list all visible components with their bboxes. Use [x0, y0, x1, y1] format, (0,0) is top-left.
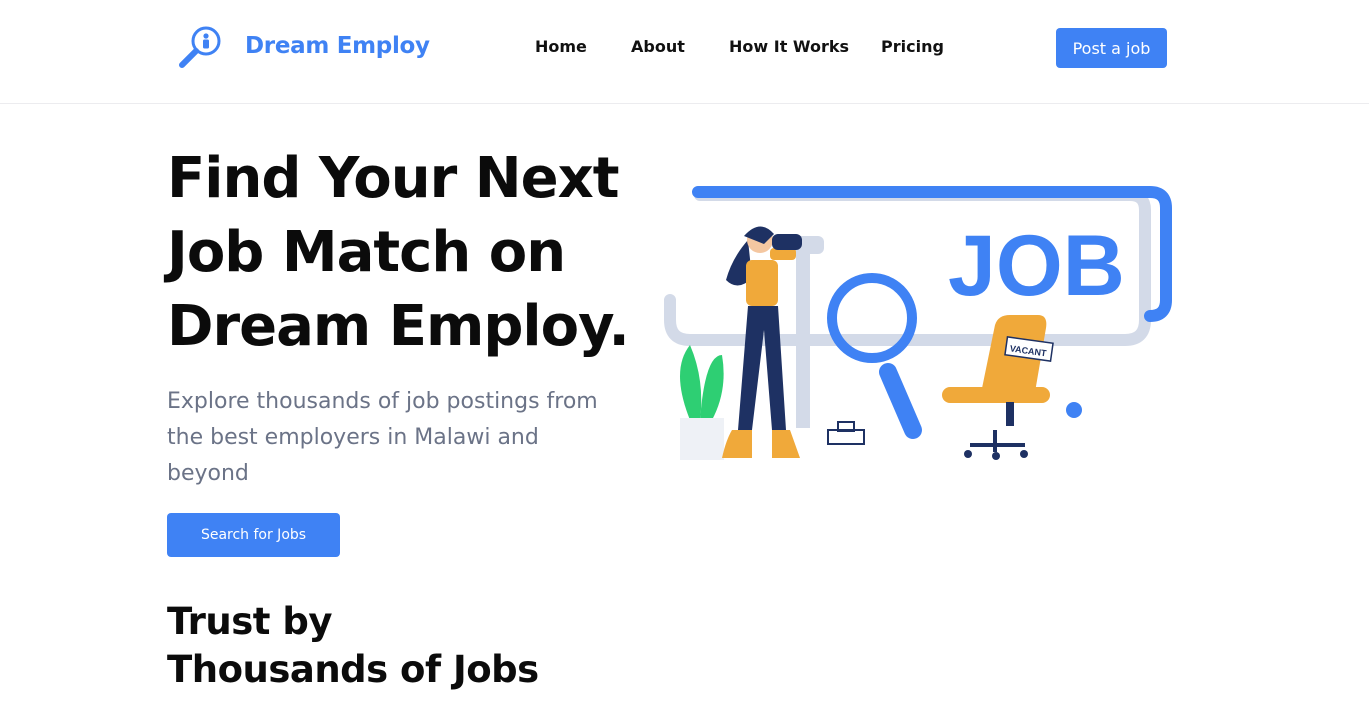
brand-logo[interactable]: Dream Employ	[177, 25, 430, 71]
briefcase-icon	[827, 429, 865, 445]
hero-title-line: Dream Employ.	[167, 294, 630, 359]
hero-title-line: Find Your Next	[167, 146, 619, 211]
nav-pricing-link[interactable]: Pricing	[881, 37, 944, 56]
trust-title-line: Trust by	[167, 600, 332, 643]
hero-subtitle-line: the best employers in Malawi and	[167, 425, 539, 450]
magnifier-person-icon	[179, 26, 221, 68]
hero-illustration: JOB VACANT	[664, 186, 1172, 460]
nav-how-it-works-link[interactable]: How It Works	[729, 37, 849, 56]
binoculars-icon	[772, 234, 802, 250]
hero-subtitle: Explore thousands of job postings from t…	[167, 384, 647, 492]
search-jobs-button[interactable]: Search for Jobs	[167, 513, 340, 557]
post-job-button[interactable]: Post a job	[1056, 28, 1167, 68]
trust-title-line: Thousands of Jobs	[167, 648, 539, 691]
trust-section-title: Trust by Thousands of Jobs	[167, 598, 539, 694]
hero-title-line: Job Match on	[167, 220, 566, 285]
nav-about-link[interactable]: About	[631, 37, 685, 56]
nav-home-link[interactable]: Home	[535, 37, 587, 56]
hero-title: Find Your Next Job Match on Dream Employ…	[167, 142, 630, 364]
board-job-text: JOB	[948, 218, 1125, 314]
hero-subtitle-line: beyond	[167, 461, 249, 486]
brand-name: Dream Employ	[245, 33, 430, 59]
hero-subtitle-line: Explore thousands of job postings from	[167, 389, 598, 414]
plant-icon	[680, 345, 702, 420]
site-header: Dream Employ Home About How It Works Pri…	[0, 0, 1369, 104]
